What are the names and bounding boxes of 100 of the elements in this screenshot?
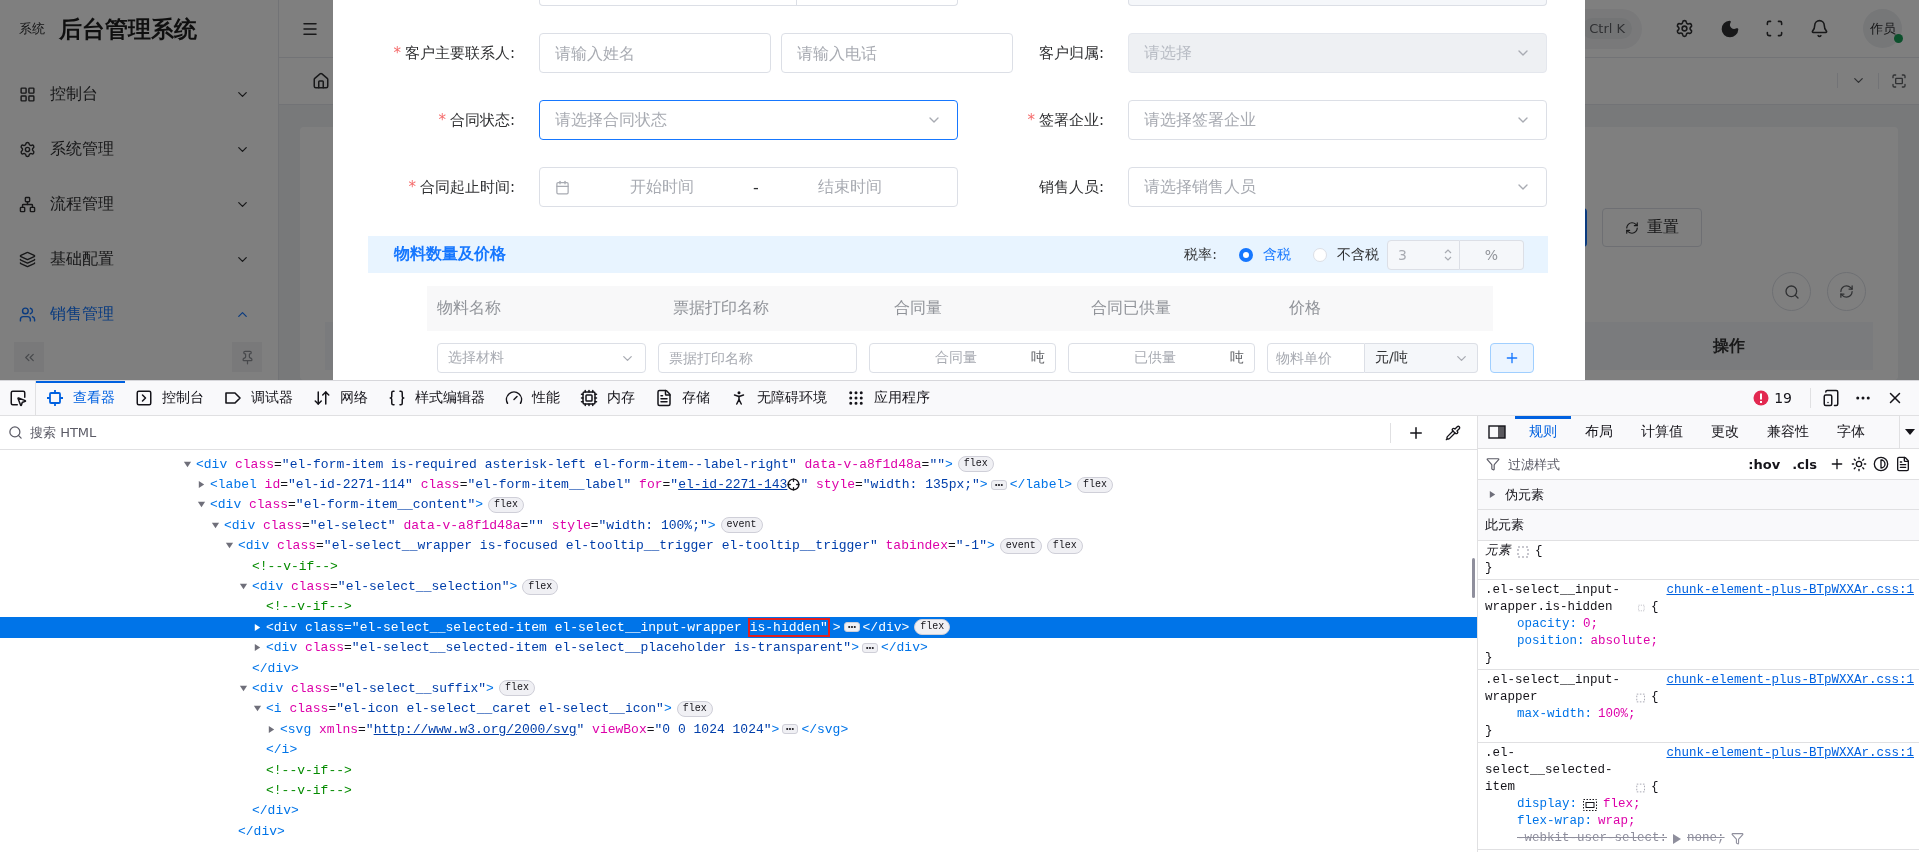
caret-down-icon[interactable] [197,500,206,510]
source-link[interactable]: chunk-element-plus-BTpWXXAr.css:1 [1666,745,1914,762]
settings-icon[interactable] [1675,19,1694,38]
tree-row[interactable]: <div class="el-select__selection"> flex [0,576,1477,597]
html-link[interactable]: http://www.w3.org/2000/svg [373,721,577,737]
caret-right-icon[interactable] [267,724,276,734]
menu-item[interactable]: 流程管理 [0,177,278,232]
arrow-right-icon[interactable] [1673,833,1682,844]
hover-toggle[interactable]: :hov [1748,456,1781,472]
tree-row[interactable]: <!--v-if--> [0,759,1477,781]
sun-icon[interactable] [1851,456,1867,472]
node-chip[interactable]: flex [522,578,559,595]
radio-option[interactable]: 不含税 [1313,245,1379,264]
menu-item[interactable]: 系统管理 [0,122,278,177]
caret-down-icon[interactable] [183,459,192,469]
input-field[interactable]: 请输入电话 [781,33,1013,73]
devtools-tab[interactable]: 查看器 [36,381,125,415]
scrollbar-thumb[interactable] [1472,558,1475,598]
filter-field[interactable]: 过滤样式 [1506,455,1743,473]
ellipsis-icon[interactable] [843,622,860,633]
caret-down-icon[interactable] [253,704,262,714]
tree-row[interactable]: <!--v-if--> [0,780,1477,801]
caret-down-icon[interactable] [239,684,248,693]
node-chip[interactable]: event [720,517,763,534]
panel-tab[interactable]: 计算值 [1627,416,1697,448]
node-chip[interactable]: flex [676,700,713,717]
devtools-tab[interactable]: 性能 [495,381,570,415]
menu-item[interactable]: 基础配置 [0,232,278,287]
devtools-tab[interactable]: 无障碍环境 [720,381,837,415]
panel-tab[interactable]: 更改 [1697,416,1753,448]
panel-tab[interactable]: 字体 [1823,416,1879,448]
tree-row[interactable]: <div class="el-form-item__content"> flex [0,494,1477,516]
input-field[interactable] [539,0,958,6]
caret-down-icon[interactable] [239,582,248,592]
date-range-field[interactable]: 开始时间 - 结束时间 [539,167,958,207]
tree-row[interactable]: <!--v-if--> [0,596,1477,618]
ellipsis-icon[interactable] [782,724,799,735]
caret-down-icon[interactable] [211,520,220,530]
panel-tab[interactable]: 规则 [1515,416,1571,448]
devtools-tab[interactable]: 内存 [570,381,645,415]
moon-icon[interactable] [1719,18,1740,39]
crosshair-icon[interactable] [787,478,801,492]
tree-row[interactable]: <div class="el-select__selected-item el-select__placeholder is-transparent"> </div> [0,637,1477,658]
element-picker-icon[interactable] [8,389,27,407]
node-chip[interactable]: event [999,537,1042,554]
ellipsis-icon[interactable] [990,479,1007,490]
flexbox-icon[interactable] [1583,798,1597,811]
caret-right-icon[interactable] [1488,490,1497,499]
devtools-tab[interactable]: 存储 [645,381,720,415]
sidebar-toggle-icon[interactable] [1487,425,1506,439]
responsive-icon[interactable] [1822,389,1840,407]
tree-row[interactable]: <svg xmlns="http://www.w3.org/2000/svg" viewBox="0 0 1024 1024"> </svg> [0,719,1477,740]
dropdown-icon[interactable] [1904,429,1915,435]
panel-tab[interactable]: 布局 [1571,416,1627,448]
caret-right-icon[interactable] [253,622,262,632]
node-chip[interactable]: flex [498,680,535,697]
tree-row[interactable]: <div class="el-select__wrapper is-focused el-tooltip__trigger el-tooltip__trigger" tabindex="-1"> event flex [0,535,1477,556]
plus-icon[interactable] [1829,456,1845,472]
error-icon[interactable] [1753,390,1770,406]
menu-item[interactable]: 控制台 [0,67,278,122]
devtools-tab[interactable]: 样式编辑器 [378,381,495,415]
reset-button[interactable]: 重置 [1602,208,1702,247]
panel-tab[interactable]: 兼容性 [1753,416,1823,448]
search-field[interactable]: 搜索 HTML [28,424,1381,441]
source-link[interactable]: chunk-element-plus-BTpWXXAr.css:1 [1666,582,1914,599]
devtools-tab[interactable]: 网络 [303,381,378,415]
node-chip[interactable]: flex [914,619,951,636]
caret-down-icon[interactable] [225,541,234,551]
tree-row[interactable]: <!--v-if--> [0,555,1477,577]
tree-row[interactable]: <div class="el-select__selected-item el-select__input-wrapper is-hidden" > </div> flex [0,617,1477,638]
node-chip[interactable]: flex [1077,476,1114,493]
contrast-icon[interactable] [1873,456,1889,472]
fullscreen-icon[interactable] [1765,19,1784,38]
html-link[interactable]: el-id-2271-143 [678,477,788,493]
quantity-field[interactable]: 合同量 吨 [869,343,1056,373]
node-chip[interactable]: flex [1046,537,1083,554]
eyedropper-icon[interactable] [1445,424,1461,441]
tree-row[interactable]: <i class="el-icon el-select__caret el-select__icon"> flex [0,698,1477,720]
node-chip[interactable]: flex [957,456,994,473]
devtools-tab[interactable]: 控制台 [125,381,214,415]
input-field[interactable]: 请输入姓名 [539,33,771,73]
input-field[interactable]: 票据打印名称 [658,343,857,373]
home-icon[interactable] [312,72,330,90]
user-avatar[interactable]: 作员 [1863,9,1902,48]
select-field[interactable] [1128,0,1547,6]
devtools-tab[interactable]: 应用程序 [837,381,940,415]
tree-row[interactable]: <div class="el-select__suffix"> flex [0,678,1477,699]
devtools-tab[interactable]: 调试器 [214,381,303,415]
fullscreen-icon[interactable] [1891,73,1907,89]
ellipsis-icon[interactable] [861,642,878,653]
document-icon[interactable] [1895,456,1911,472]
tree-row[interactable]: <label id="el-id-2271-114" class="el-form-item__label" for="el-id-2271-143 " style="width: 135px;"> </label> flex [0,474,1477,495]
tree-row[interactable]: <div class="el-form-item is-required asterisk-left el-form-item--label-right" data-v-a8f1d48a=""> flex [0,454,1477,475]
filter-icon[interactable] [1730,832,1744,845]
caret-right-icon[interactable] [197,480,206,490]
node-chip[interactable]: flex [488,496,525,513]
class-toggle[interactable]: .cls [1792,456,1817,472]
tree-row[interactable]: <div class="el-select" data-v-a8f1d48a="" style="width: 100%;"> event [0,515,1477,536]
quantity-field[interactable]: 已供量 吨 [1068,343,1255,373]
unit-select[interactable]: 元/吨 [1365,343,1478,373]
